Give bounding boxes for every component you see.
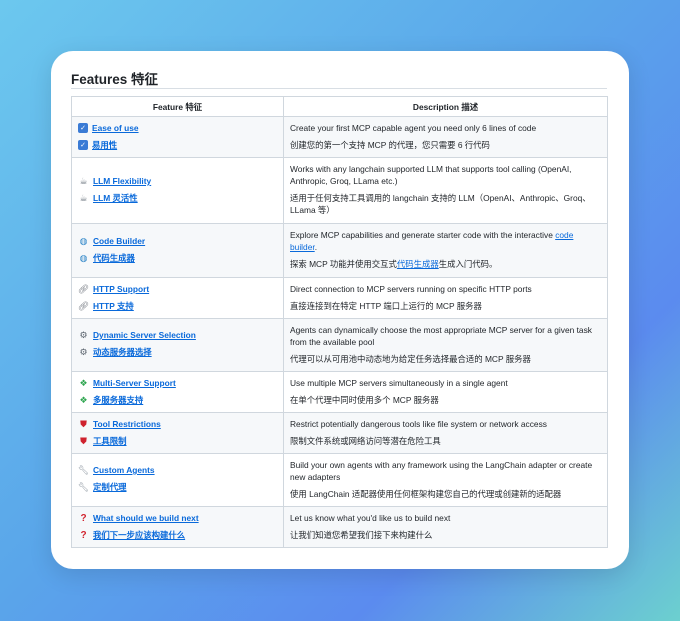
feature-link-en[interactable]: Ease of use — [92, 123, 139, 133]
question-icon: ? — [80, 512, 87, 524]
link-icon: 🔗︎ — [77, 283, 90, 294]
feature-link-zh[interactable]: 多服务器支持 — [93, 394, 143, 406]
table-header-row: Feature 特征 Description 描述 — [71, 96, 608, 117]
description-cell: Restrict potentially dangerous tools lik… — [283, 412, 608, 454]
description-cell: Build your own agents with any framework… — [283, 453, 608, 507]
code-builder-link-zh[interactable]: 代码生成器 — [397, 259, 439, 269]
table-row: ❖ Multi-Server Support ❖ 多服务器支持 Use multip… — [71, 371, 608, 413]
description-zh: 代理可以从可用池中动态地为给定任务选择最合适的 MCP 服务器 — [290, 354, 531, 364]
description-en: Agents can dynamically choose the most a… — [290, 325, 592, 347]
description-zh: 限制文件系统或网络访问等潜在危险工具 — [290, 436, 441, 446]
feature-link-zh[interactable]: 我们下一步应该构建什么 — [93, 529, 185, 541]
feature-link-en[interactable]: Tool Restrictions — [93, 419, 161, 429]
description-zh: 创建您的第一个支持 MCP 的代理，您只需要 6 行代码 — [290, 140, 490, 150]
description-en: Use multiple MCP servers simultaneously … — [290, 378, 508, 388]
description-text: . — [314, 242, 318, 252]
description-cell: Explore MCP capabilities and generate st… — [283, 223, 608, 278]
feature-link-en[interactable]: Multi-Server Support — [93, 378, 176, 388]
gear-icon: ⚙ — [79, 329, 88, 340]
feature-link-en[interactable]: LLM Flexibility — [93, 176, 151, 186]
features-table: Feature 特征 Description 描述 ✓ Ease of use ✓… — [71, 96, 608, 548]
description-cell: Agents can dynamically choose the most a… — [283, 318, 608, 372]
feature-link-en[interactable]: What should we build next — [93, 513, 199, 523]
features-card: Features 特征 Feature 特征 Description 描述 ✓ E… — [51, 51, 629, 569]
description-en: Restrict potentially dangerous tools lik… — [290, 419, 547, 429]
feature-link-zh[interactable]: 易用性 — [92, 139, 117, 151]
description-column-header: Description 描述 — [283, 96, 608, 117]
description-text: 探索 MCP 功能并使用交互式 — [290, 259, 397, 269]
description-en: Works with any langchain supported LLM t… — [290, 164, 572, 186]
description-text: 生成入门代码。 — [438, 259, 498, 269]
table-row: ✓ Ease of use ✓ 易用性 Create your first MCP … — [71, 116, 608, 158]
feature-cell: ? What should we build next ? 我们下一步应该构建什么 — [71, 506, 284, 548]
feature-link-en[interactable]: Custom Agents — [93, 465, 155, 475]
description-en: Build your own agents with any framework… — [290, 460, 593, 482]
teapot-icon: ☕ — [79, 192, 88, 203]
table-row: ◍ Code Builder ◍ 代码生成器 Explore MCP capabil… — [71, 223, 608, 278]
feature-link-en[interactable]: HTTP Support — [93, 284, 149, 294]
feature-cell: 🔗︎ HTTP Support 🔗︎ HTTP 支持 — [71, 277, 284, 319]
wrench-icon: 🔧︎ — [77, 464, 90, 475]
description-zh: 使用 LangChain 适配器使用任何框架构建您自己的代理或创建新的适配器 — [290, 489, 562, 499]
description-en: Direct connection to MCP servers running… — [290, 284, 532, 294]
feature-link-zh[interactable]: 代码生成器 — [93, 252, 135, 264]
description-cell: Works with any langchain supported LLM t… — [283, 157, 608, 224]
feature-link-zh[interactable]: HTTP 支持 — [93, 300, 134, 312]
description-cell: Direct connection to MCP servers running… — [283, 277, 608, 319]
wrench-icon: 🔧︎ — [77, 481, 90, 492]
shield-icon: ⛊ — [80, 435, 87, 446]
table-row: ☕ LLM Flexibility ☕ LLM 灵活性 Works with any… — [71, 157, 608, 224]
description-zh: 探索 MCP 功能并使用交互式代码生成器生成入门代码。 — [290, 258, 601, 270]
feature-cell: ✓ Ease of use ✓ 易用性 — [71, 116, 284, 158]
description-cell: Use multiple MCP servers simultaneously … — [283, 371, 608, 413]
link-icon: 🔗︎ — [77, 300, 90, 311]
feature-link-en[interactable]: Dynamic Server Selection — [93, 330, 196, 340]
description-en: Explore MCP capabilities and generate st… — [290, 229, 601, 253]
description-zh: 适用于任何支持工具调用的 langchain 支持的 LLM（OpenAI、An… — [290, 193, 591, 215]
description-cell: Let us know what you'd like us to build … — [283, 506, 608, 548]
description-zh: 在单个代理中同时使用多个 MCP 服务器 — [290, 395, 439, 405]
table-row: ⚙ Dynamic Server Selection ⚙ 动态服务器选择 Agent… — [71, 318, 608, 372]
feature-cell: ⚙ Dynamic Server Selection ⚙ 动态服务器选择 — [71, 318, 284, 372]
feature-link-zh[interactable]: 定制代理 — [93, 481, 127, 493]
description-zh: 直接连接到在特定 HTTP 端口上运行的 MCP 服务器 — [290, 301, 482, 311]
table-row: 🔧︎ Custom Agents 🔧︎ 定制代理 Build your own ag… — [71, 453, 608, 507]
puzzle-icon: ❖ — [79, 377, 88, 388]
table-row: ? What should we build next ? 我们下一步应该构建什么 … — [71, 506, 608, 548]
teapot-icon: ☕ — [79, 175, 88, 186]
checkbox-icon: ✓ — [78, 140, 88, 150]
table-row: ⛊ Tool Restrictions ⛊ 工具限制 Restrict potent… — [71, 412, 608, 454]
shield-icon: ⛊ — [80, 418, 87, 429]
feature-cell: 🔧︎ Custom Agents 🔧︎ 定制代理 — [71, 453, 284, 507]
description-en: Let us know what you'd like us to build … — [290, 513, 451, 523]
feature-link-zh[interactable]: 工具限制 — [93, 435, 127, 447]
gear-icon: ⚙ — [79, 346, 88, 357]
question-icon: ? — [80, 529, 87, 541]
puzzle-icon: ❖ — [79, 394, 88, 405]
feature-link-zh[interactable]: LLM 灵活性 — [93, 192, 138, 204]
description-en: Create your first MCP capable agent you … — [290, 123, 537, 133]
description-zh: 让我们知道您希望我们接下来构建什么 — [290, 530, 433, 540]
feature-cell: ⛊ Tool Restrictions ⛊ 工具限制 — [71, 412, 284, 454]
checkbox-icon: ✓ — [78, 123, 88, 133]
feature-cell: ◍ Code Builder ◍ 代码生成器 — [71, 223, 284, 278]
table-row: 🔗︎ HTTP Support 🔗︎ HTTP 支持 Direct connecti… — [71, 277, 608, 319]
description-cell: Create your first MCP capable agent you … — [283, 116, 608, 158]
globe-icon: ◍ — [79, 252, 88, 263]
globe-icon: ◍ — [79, 235, 88, 246]
feature-link-zh[interactable]: 动态服务器选择 — [93, 346, 152, 358]
page-title: Features 特征 — [71, 72, 159, 87]
title-divider — [71, 88, 607, 89]
feature-cell: ☕ LLM Flexibility ☕ LLM 灵活性 — [71, 157, 284, 224]
feature-cell: ❖ Multi-Server Support ❖ 多服务器支持 — [71, 371, 284, 413]
feature-column-header: Feature 特征 — [71, 96, 284, 117]
description-text: Explore MCP capabilities and generate st… — [290, 230, 556, 240]
feature-link-en[interactable]: Code Builder — [93, 236, 145, 246]
